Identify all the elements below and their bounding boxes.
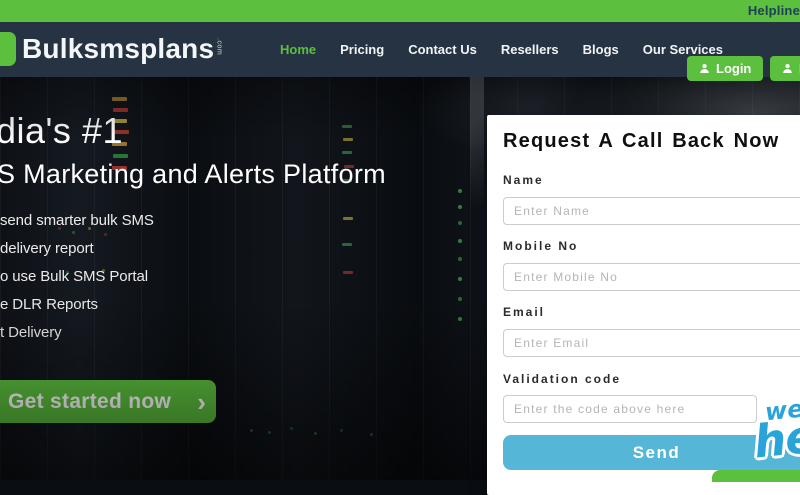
nav-menu: Home Pricing Contact Us Resellers Blogs … — [280, 22, 723, 77]
feature-item: t Delivery — [0, 324, 62, 341]
form-title: Request A Call Back Now — [503, 130, 780, 152]
name-input[interactable] — [503, 197, 800, 225]
validation-code-input[interactable] — [503, 395, 757, 423]
nav-item-pricing[interactable]: Pricing — [340, 42, 384, 57]
login-label: Login — [716, 61, 752, 76]
login-button[interactable]: Login — [687, 56, 764, 81]
mobile-label: Mobile No — [503, 239, 579, 253]
cta-label: Get started now — [8, 389, 172, 413]
nav-item-home[interactable]: Home — [280, 42, 316, 57]
navbar: Bulksmsplans .com Home Pricing Contact U… — [0, 22, 800, 81]
chevron-right-icon: › — [197, 386, 206, 417]
logo-text: Bulksmsplans — [22, 33, 215, 64]
hero-heading-line1: dia's #1 — [0, 110, 123, 151]
email-input[interactable] — [503, 329, 800, 357]
feature-item: delivery report — [0, 240, 94, 257]
led-decoration — [458, 189, 462, 193]
led-decoration — [58, 227, 61, 230]
chat-widget-text-line2: here — [751, 404, 800, 469]
get-started-button[interactable]: Get started now › — [0, 380, 216, 423]
name-label: Name — [503, 173, 544, 187]
user-icon — [783, 64, 792, 73]
nav-item-our-services[interactable]: Our Services — [643, 42, 723, 57]
nav-item-resellers[interactable]: Resellers — [501, 42, 559, 57]
server-rack-highlight — [470, 77, 484, 207]
nav-item-contact-us[interactable]: Contact Us — [408, 42, 477, 57]
helpline-bar: Helpline — [0, 0, 800, 22]
feature-item: e DLR Reports — [0, 296, 98, 313]
validation-code-label: Validation code — [503, 372, 622, 386]
logo-suffix: .com — [215, 38, 223, 56]
led-decoration — [112, 97, 127, 101]
logo[interactable]: Bulksmsplans .com — [0, 32, 222, 66]
chat-launcher-bar[interactable] — [712, 470, 800, 482]
register-button[interactable]: Register — [770, 56, 800, 81]
feature-item: send smarter bulk SMS — [0, 212, 154, 229]
chat-widget[interactable]: we're here — [750, 388, 800, 469]
user-icon — [700, 64, 709, 73]
led-decoration — [342, 125, 352, 128]
nav-item-blogs[interactable]: Blogs — [583, 42, 619, 57]
helpline-text: Helpline — [747, 3, 800, 18]
email-label: Email — [503, 305, 546, 319]
feature-list: send smarter bulk SMS delivery report o … — [0, 207, 154, 347]
feature-item: o use Bulk SMS Portal — [0, 268, 148, 285]
hero-heading-line2: S Marketing and Alerts Platform — [0, 159, 386, 189]
logo-icon — [0, 32, 16, 66]
led-decoration — [250, 429, 253, 432]
mobile-input[interactable] — [503, 263, 800, 291]
